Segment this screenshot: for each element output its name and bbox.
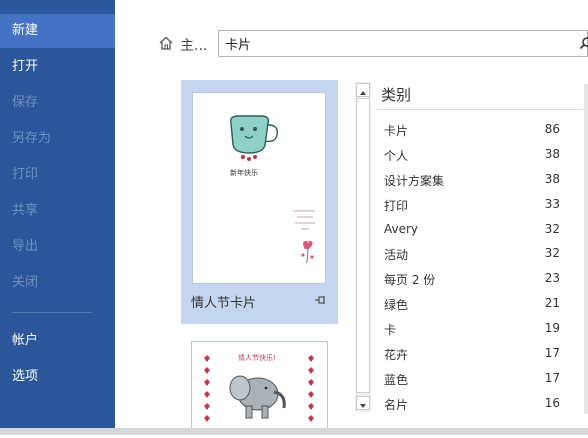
- category-count: 19: [544, 321, 560, 336]
- category-item[interactable]: 每页 2 份 23: [384, 266, 564, 291]
- category-label: 名片: [384, 397, 409, 412]
- category-label: 绿色: [384, 298, 409, 313]
- category-count: 38: [544, 146, 560, 161]
- scroll-up-button[interactable]: [356, 83, 370, 97]
- arrow-down-icon: [360, 404, 366, 408]
- category-item[interactable]: 绿色 21: [384, 291, 564, 316]
- category-item[interactable]: 设计方案集 38: [384, 167, 564, 192]
- home-breadcrumb[interactable]: 主...: [180, 35, 207, 55]
- template-thumbnail: 新年快乐: [192, 92, 326, 284]
- svg-text:新年快乐: 新年快乐: [230, 168, 258, 177]
- nav-open[interactable]: 打开: [0, 50, 115, 84]
- scroll-down-button[interactable]: [356, 396, 370, 410]
- magnifier-icon[interactable]: [579, 36, 588, 50]
- elephant-illustration: 情人节快乐!: [204, 353, 314, 422]
- right-edge-scroll: [584, 84, 588, 414]
- category-item[interactable]: 打印 33: [384, 192, 564, 217]
- category-item[interactable]: 卡片 86: [384, 117, 564, 142]
- category-item[interactable]: 蓝色 17: [384, 366, 564, 391]
- category-count: 33: [544, 196, 560, 211]
- nav-save-as[interactable]: 另存为: [0, 122, 115, 156]
- category-item[interactable]: 卡 19: [384, 316, 564, 341]
- pin-icon[interactable]: [314, 294, 326, 306]
- scroll-thumb[interactable]: [356, 98, 370, 393]
- category-item[interactable]: Avery 32: [384, 217, 564, 242]
- category-count: 32: [544, 246, 560, 261]
- category-count: 17: [544, 346, 560, 361]
- category-label: 卡片: [384, 124, 409, 138]
- category-item[interactable]: 花卉 17: [384, 341, 564, 366]
- category-count: 16: [544, 395, 560, 410]
- category-label: 蓝色: [384, 372, 409, 387]
- mug-illustration: 新年快乐: [229, 115, 315, 264]
- category-list: 卡片 86 个人 38 设计方案集 38 打印 33 Avery 32 活动 32 每页 2…: [384, 117, 564, 416]
- home-icon[interactable]: [158, 35, 174, 51]
- sidebar-divider: [12, 312, 92, 313]
- category-count: 38: [544, 171, 560, 186]
- backstage-sidebar: 新建 打开 保存 另存为 打印 共享 导出 关闭 帐户 选项: [0, 0, 115, 435]
- nav-print[interactable]: 打印: [0, 158, 115, 192]
- template-card-valentine[interactable]: 新年快乐 情人节卡片: [181, 80, 338, 324]
- category-header-divider: [377, 109, 583, 110]
- nav-save[interactable]: 保存: [0, 86, 115, 120]
- nav-new[interactable]: 新建: [0, 14, 115, 48]
- nav-export[interactable]: 导出: [0, 230, 115, 264]
- category-label: 活动: [384, 248, 409, 263]
- category-count: 17: [544, 370, 560, 385]
- category-label: 每页 2 份: [384, 273, 436, 288]
- category-label: Avery: [384, 221, 419, 236]
- nav-close[interactable]: 关闭: [0, 266, 115, 300]
- nav-share[interactable]: 共享: [0, 194, 115, 228]
- category-header: 类别: [381, 86, 412, 104]
- template-search-box[interactable]: [218, 30, 588, 57]
- category-label: 花卉: [384, 348, 409, 363]
- nav-account[interactable]: 帐户: [0, 324, 115, 358]
- svg-text:情人节快乐!: 情人节快乐!: [238, 353, 276, 362]
- category-count: 86: [544, 122, 560, 136]
- category-item[interactable]: 名片 16: [384, 391, 564, 416]
- bottom-scrollbar[interactable]: [0, 428, 588, 435]
- template-name: 情人节卡片: [191, 296, 257, 311]
- category-count: 32: [544, 221, 560, 236]
- category-label: 个人: [384, 148, 409, 163]
- category-label: 打印: [384, 198, 409, 213]
- category-count: 21: [544, 296, 560, 311]
- category-label: 卡: [384, 323, 397, 338]
- category-label: 设计方案集: [384, 173, 445, 188]
- category-count: 23: [544, 271, 560, 286]
- search-input[interactable]: [225, 34, 565, 53]
- template-card-second[interactable]: 情人节快乐!: [191, 341, 328, 435]
- category-item[interactable]: 活动 32: [384, 241, 564, 266]
- nav-options[interactable]: 选项: [0, 360, 115, 394]
- category-item[interactable]: 个人 38: [384, 142, 564, 167]
- category-scrollbar[interactable]: [355, 82, 371, 412]
